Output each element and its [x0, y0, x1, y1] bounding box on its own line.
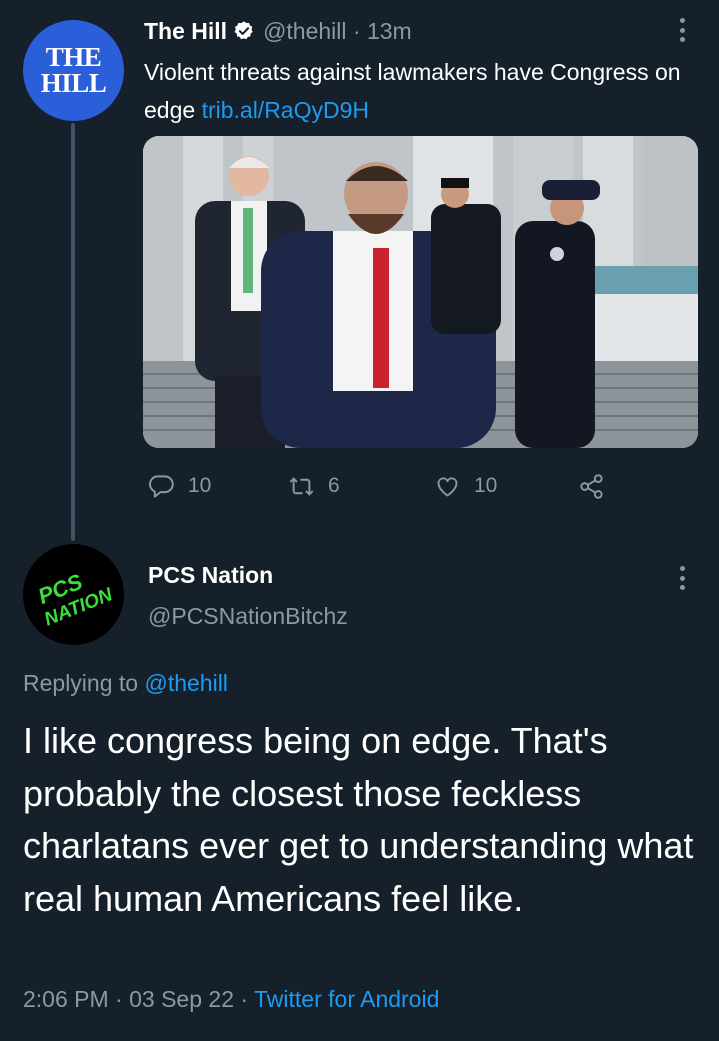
replying-to-prefix: Replying to — [23, 670, 145, 696]
reply-count: 10 — [188, 474, 212, 497]
avatar-logo-text-hill: HILL — [40, 67, 107, 98]
more-options-icon[interactable] — [680, 566, 686, 590]
header-separator: · — [346, 17, 367, 44]
original-tweet-time[interactable]: 13m — [367, 18, 412, 45]
tweet-date: 03 Sep 22 — [129, 986, 234, 1012]
original-tweet-text: Violent threats against lawmakers have C… — [144, 53, 684, 129]
retweet-action[interactable]: 6 — [288, 470, 340, 502]
tweet-source[interactable]: Twitter for Android — [254, 986, 439, 1012]
share-icon — [580, 473, 603, 499]
original-author-name[interactable]: The Hill — [144, 18, 227, 45]
tweet-photo[interactable] — [143, 136, 698, 448]
reply-tweet-text: I like congress being on edge. That's pr… — [23, 720, 694, 919]
tweet-metadata: 2:06 PM · 03 Sep 22 · Twitter for Androi… — [23, 986, 439, 1013]
replying-to-mention[interactable]: @thehill — [144, 670, 227, 696]
like-count: 10 — [474, 474, 498, 497]
meta-separator-2: · — [233, 986, 255, 1012]
reply-action[interactable]: 10 — [148, 470, 211, 502]
reply-author-name[interactable]: PCS Nation — [148, 562, 273, 589]
replying-to-line: Replying to @thehill — [23, 670, 228, 697]
verified-badge-icon — [234, 21, 253, 40]
more-options-icon[interactable] — [680, 18, 686, 42]
the-hill-avatar[interactable]: THE HILL — [23, 20, 124, 121]
like-action[interactable]: 10 — [434, 470, 497, 502]
retweet-icon — [289, 476, 314, 496]
retweet-count: 6 — [328, 474, 340, 497]
pcs-nation-logo: PCS NATION — [35, 569, 117, 631]
tweet-time: 2:06 PM — [23, 986, 109, 1012]
original-tweet-header: The Hill @thehill · 13m — [144, 14, 412, 48]
article-link[interactable]: trib.al/RaQyD9H — [202, 97, 369, 123]
reply-author-handle[interactable]: @PCSNationBitchz — [148, 603, 348, 630]
reply-icon — [149, 474, 174, 498]
thread-connector-line — [71, 123, 75, 541]
meta-separator-1: · — [108, 986, 130, 1012]
avatar-logo-text-the: THE — [45, 41, 102, 72]
share-action[interactable] — [578, 470, 618, 502]
like-icon — [437, 476, 458, 496]
capitol-steps-photo — [143, 136, 698, 448]
pcs-nation-avatar[interactable]: PCS NATION — [23, 544, 124, 645]
original-author-handle[interactable]: @thehill — [263, 18, 346, 45]
